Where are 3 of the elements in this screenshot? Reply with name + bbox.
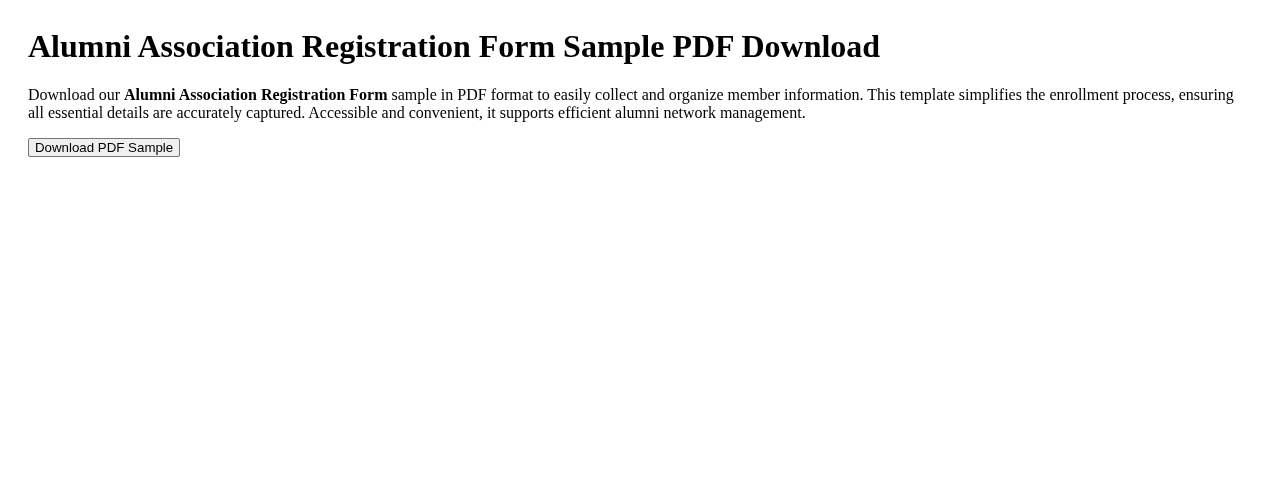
download-button[interactable]: Download PDF Sample: [28, 138, 181, 157]
description-text: Download our Alumni Association Registration Form sample in PDF format to easily collect and organize member information. This template simplifies the enrollment process, ensuring all essential details are accurately captured. Accessible and convenient, it supports efficient alumni network management.: [28, 86, 1235, 122]
page-title: Alumni Association Registration Form Sample PDF Download: [28, 28, 882, 65]
